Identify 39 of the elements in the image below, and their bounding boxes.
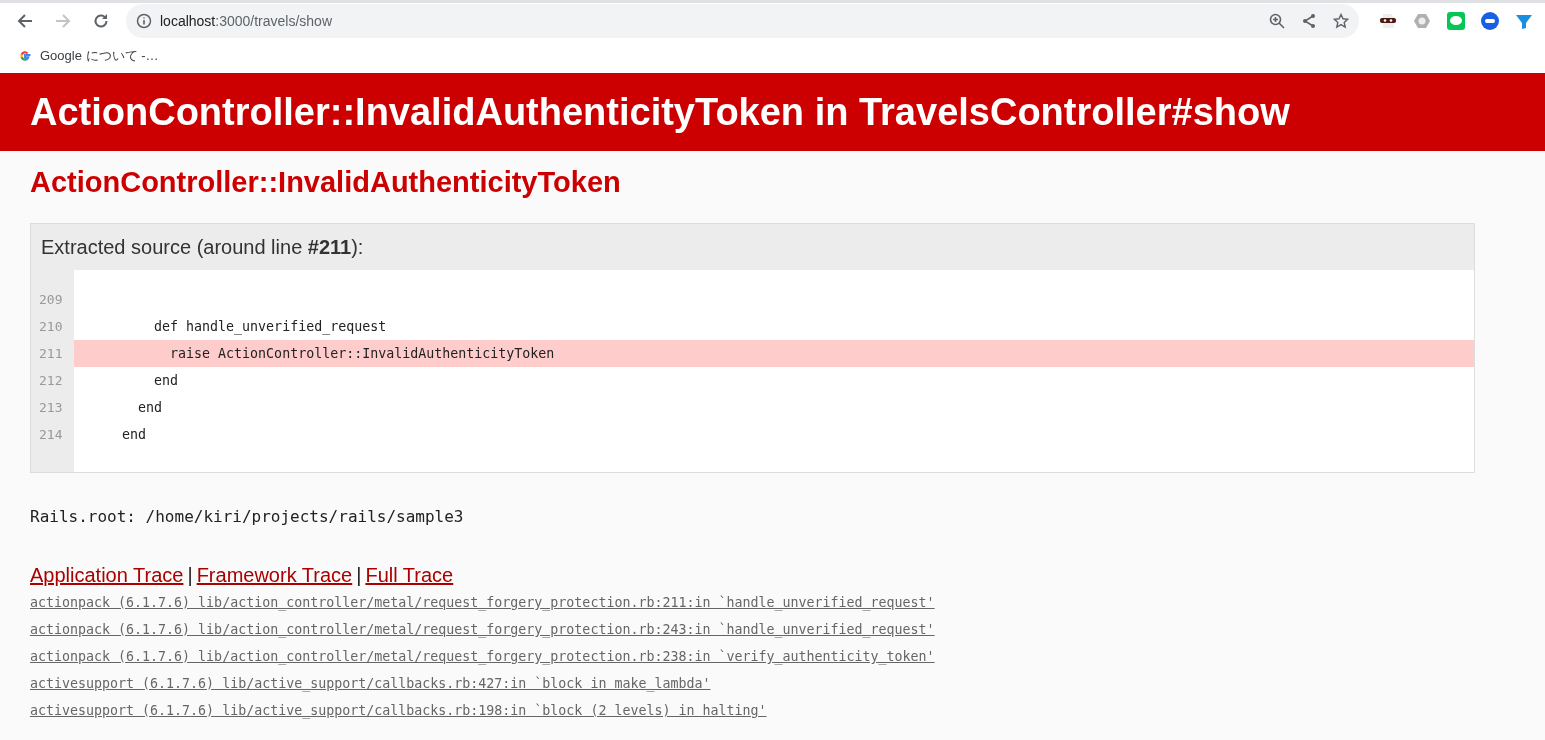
address-bar[interactable]: localhost:3000/travels/show	[126, 4, 1359, 38]
forward-arrow-icon	[55, 13, 71, 29]
back-arrow-icon	[17, 13, 33, 29]
trace-link[interactable]: actionpack (6.1.7.6) lib/action_controller/metal/request_forgery_protection.rb:211:in `handle_unverified_request'	[30, 589, 935, 616]
code-line: end	[121, 427, 147, 442]
line-number: 211	[38, 345, 64, 363]
source-heading: Extracted source (around line #211):	[31, 224, 1474, 270]
code-line: end	[137, 400, 163, 415]
star-icon[interactable]	[1333, 13, 1349, 29]
separator-text: |	[187, 563, 193, 587]
url-text: localhost:3000/travels/show	[160, 11, 332, 31]
reload-icon	[93, 13, 109, 29]
share-icon[interactable]	[1301, 13, 1317, 29]
error-name: ActionController::InvalidAuthenticityToken	[30, 165, 622, 199]
code-line: def handle_unverified_request	[153, 319, 387, 334]
line-number: 213	[38, 399, 64, 417]
bookmark-item[interactable]: Google について -…	[14, 43, 163, 68]
rails-root-path: Rails.root: /home/kiri/projects/rails/sample3	[30, 506, 465, 528]
video-app-icon[interactable]	[1481, 12, 1499, 30]
funnel-icon[interactable]	[1515, 12, 1533, 30]
trace-link[interactable]: actionpack (6.1.7.6) lib/action_controller/metal/request_forgery_protection.rb:238:in `verify_authenticity_token'	[30, 643, 935, 670]
code-line: raise ActionController::InvalidAuthenticityToken	[169, 346, 555, 361]
info-icon[interactable]	[136, 13, 152, 29]
error-title: ActionController::InvalidAuthenticityToken in TravelsController#show	[30, 90, 1291, 135]
line-number: 212	[38, 372, 64, 390]
line-number: 214	[38, 426, 64, 444]
trace-link[interactable]: activesupport (6.1.7.6) lib/active_support/callbacks.rb:427:in `block in make_lambda'	[30, 670, 711, 697]
separator-text: |	[356, 563, 362, 587]
trace-link[interactable]: activesupport (6.1.7.6) lib/active_support/callbacks.rb:198:in `block (2 levels) in halting'	[30, 697, 767, 724]
mask-icon[interactable]	[1379, 12, 1397, 30]
trace-tab-link[interactable]: Framework Trace	[196, 563, 353, 587]
line-number: 209	[38, 291, 64, 309]
trace-tab-link[interactable]: Full Trace	[365, 563, 454, 587]
code-line: end	[153, 373, 179, 388]
line-number: 210	[38, 318, 64, 336]
trace-link[interactable]: actionpack (6.1.7.6) lib/action_controller/metal/request_forgery_protection.rb:243:in `handle_unverified_request'	[30, 616, 935, 643]
zoom-icon[interactable]	[1269, 13, 1285, 29]
google-icon	[18, 48, 32, 63]
trace-tab-link[interactable]: Application Trace	[30, 563, 184, 587]
